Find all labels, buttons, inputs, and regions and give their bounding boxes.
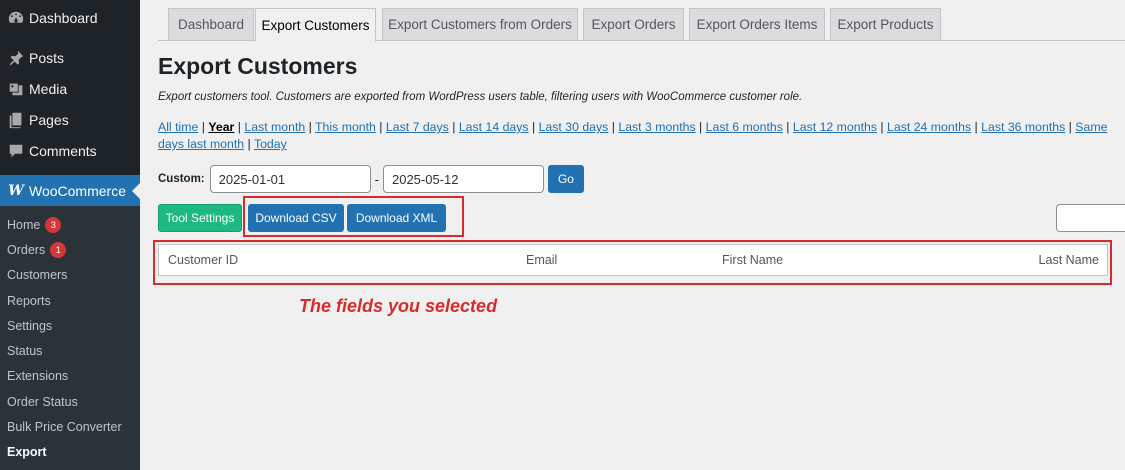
quick-link-this-month[interactable]: This month [315, 120, 376, 134]
tab-export-customers[interactable]: Export Customers [255, 8, 376, 42]
media-icon [6, 79, 26, 99]
comment-icon [6, 141, 26, 161]
link-separator: | [1065, 120, 1076, 134]
submenu-item-label: Home [7, 217, 41, 232]
page-description: Export customers tool. Customers are exp… [158, 91, 803, 103]
quick-link-last-12-months[interactable]: Last 12 months [793, 120, 877, 134]
menu-item-dashboard[interactable]: Dashboard [0, 2, 140, 33]
dashboard-icon [6, 8, 26, 28]
submenu-item-extensions[interactable]: Extensions [0, 364, 140, 389]
tab-export-products[interactable]: Export Products [830, 8, 941, 41]
menu-item-label: Dashboard [29, 9, 98, 26]
download-csv-button[interactable]: Download CSV [248, 204, 344, 232]
custom-label: Custom: [158, 173, 205, 185]
page-title: Export Customers [158, 53, 358, 79]
tab-bar: Dashboard Export Customers Export Custom… [158, 0, 1125, 42]
submenu-item-bulk-price-converter[interactable]: Bulk Price Converter [0, 414, 140, 439]
tab-export-orders[interactable]: Export Orders [583, 8, 684, 41]
link-separator: | [448, 120, 459, 134]
submenu-item-settings[interactable]: Settings [0, 313, 140, 338]
date-from-input[interactable] [209, 165, 371, 193]
menu-item-woocommerce[interactable]: W WooCommerce [0, 175, 140, 206]
column-header-last-name[interactable]: Last Name [1039, 253, 1099, 267]
menu-item-label: Media [29, 80, 68, 97]
tab-dashboard[interactable]: Dashboard [168, 8, 254, 41]
link-separator: | [608, 120, 619, 134]
link-separator: | [375, 120, 386, 134]
link-separator: | [305, 120, 316, 134]
link-separator: | [782, 120, 793, 134]
quick-link-last-3-months[interactable]: Last 3 months [618, 120, 695, 134]
link-separator: | [528, 120, 539, 134]
quick-link-last-month[interactable]: Last month [244, 120, 305, 134]
quick-link-all-time[interactable]: All time [158, 120, 198, 134]
annotation-text: The fields you selected [299, 296, 498, 316]
date-separator: - [374, 171, 379, 187]
admin-sidebar: Dashboard Posts Media Pages Comments W W… [0, 0, 140, 470]
go-button[interactable]: Go [547, 165, 584, 193]
menu-item-media[interactable]: Media [0, 73, 140, 104]
woocommerce-submenu: Home 3 Orders 1 Customers Reports Settin… [0, 206, 140, 470]
menu-item-label: Pages [29, 111, 69, 128]
submenu-item-home[interactable]: Home 3 [0, 212, 140, 237]
link-separator: | [198, 120, 209, 134]
tool-settings-button[interactable]: Tool Settings [158, 204, 242, 232]
tab-export-orders-items[interactable]: Export Orders Items [689, 8, 825, 41]
custom-date-range: Custom: - Go [158, 165, 584, 193]
pages-icon [6, 110, 26, 130]
search-input[interactable] [1056, 204, 1125, 232]
submenu-item-export[interactable]: Export [0, 440, 140, 465]
quick-link-last-7-days[interactable]: Last 7 days [386, 120, 449, 134]
submenu-item-reports[interactable]: Reports [0, 288, 140, 313]
menu-item-label: Comments [29, 142, 97, 159]
link-separator: | [234, 120, 245, 134]
menu-item-pages[interactable]: Pages [0, 104, 140, 135]
tab-export-customers-from-orders[interactable]: Export Customers from Orders [382, 8, 578, 41]
column-header-customer-id[interactable]: Customer ID [168, 253, 238, 267]
submenu-item-customers[interactable]: Customers [0, 263, 140, 288]
quick-link-last-14-days[interactable]: Last 14 days [459, 120, 529, 134]
submenu-item-order-status[interactable]: Order Status [0, 389, 140, 414]
column-header-first-name[interactable]: First Name [722, 253, 783, 267]
quick-link-last-24-months[interactable]: Last 24 months [887, 120, 971, 134]
link-separator: | [877, 120, 888, 134]
date-range-quick-links: All time | Year | Last month | This mont… [158, 119, 1125, 153]
woo-icon-glyph: W [8, 182, 24, 199]
link-separator: | [971, 120, 982, 134]
pin-icon [6, 48, 26, 68]
quick-link-last-6-months[interactable]: Last 6 months [706, 120, 783, 134]
menu-item-label: WooCommerce [29, 182, 126, 199]
download-xml-button[interactable]: Download XML [347, 204, 446, 232]
woo-icon: W [6, 181, 26, 201]
submenu-item-label: Orders [7, 242, 46, 257]
column-header-email[interactable]: Email [526, 253, 557, 267]
count-badge: 1 [50, 241, 67, 258]
quick-link-last-36-months[interactable]: Last 36 months [981, 120, 1065, 134]
quick-link-year[interactable]: Year [208, 120, 234, 134]
count-badge: 3 [45, 216, 62, 233]
menu-item-posts[interactable]: Posts [0, 42, 140, 73]
link-separator: | [695, 120, 706, 134]
menu-item-comments[interactable]: Comments [0, 135, 140, 166]
table-header-row: Customer ID Email First Name Last Name [158, 244, 1108, 276]
menu-item-label: Posts [29, 49, 65, 66]
link-separator: | [244, 137, 254, 151]
quick-link-last-30-days[interactable]: Last 30 days [539, 120, 609, 134]
submenu-item-status[interactable]: Status [0, 338, 140, 363]
date-to-input[interactable] [382, 165, 544, 193]
submenu-item-orders[interactable]: Orders 1 [0, 237, 140, 262]
quick-link-today[interactable]: Today [254, 137, 287, 151]
